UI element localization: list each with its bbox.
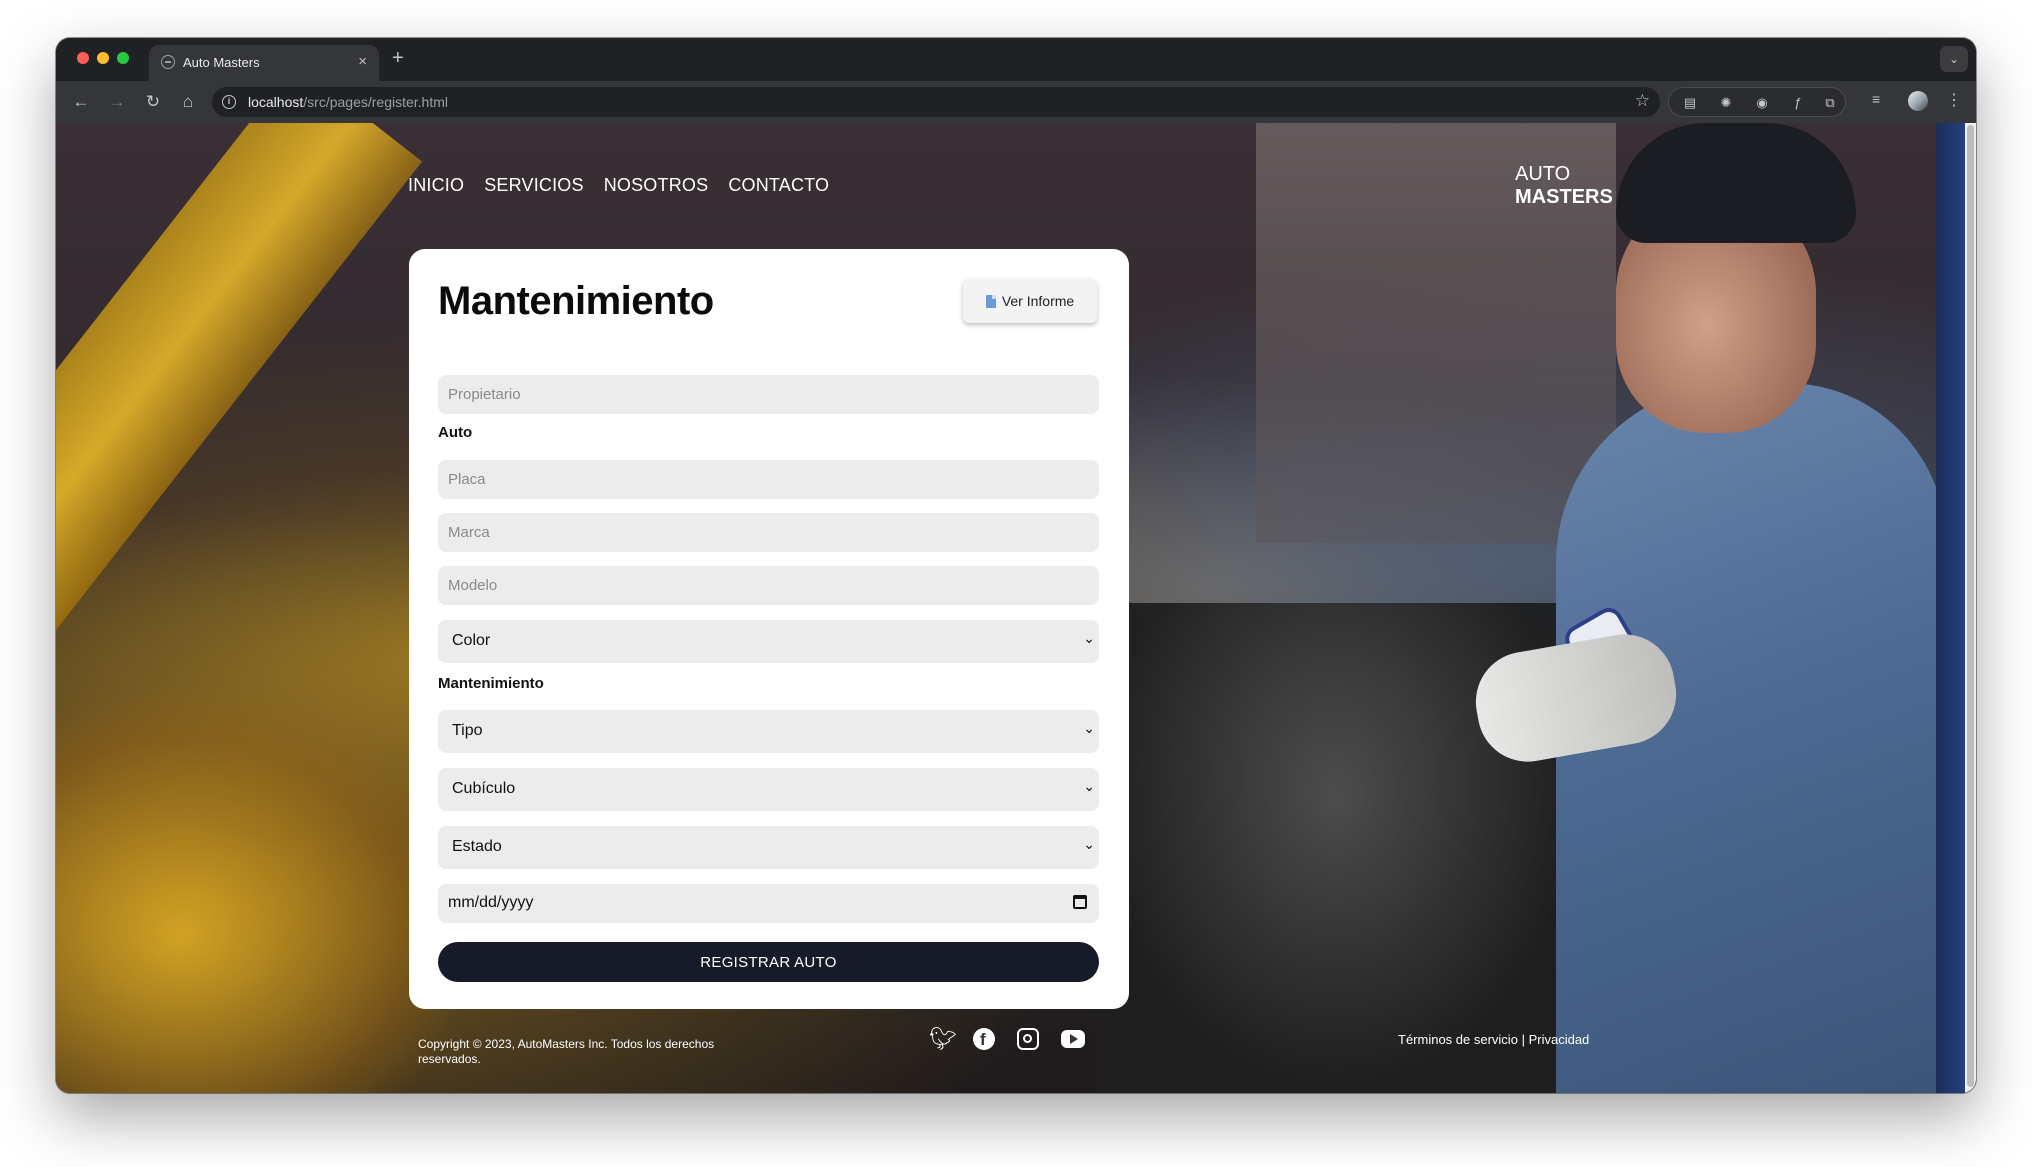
legal-links: Términos de servicio | Privacidad — [1398, 1032, 1589, 1047]
tab-title: Auto Masters — [183, 55, 260, 70]
tab-bar: Auto Masters × + ⌄ — [56, 38, 1976, 81]
make-field[interactable] — [438, 513, 1099, 552]
extension-shield-icon[interactable]: ◉ — [1753, 94, 1771, 112]
brand-line-2: MASTERS — [1515, 186, 1613, 208]
chevron-down-icon: ⌄ — [1083, 630, 1095, 646]
color-select-value: Color — [452, 632, 491, 649]
address-bar[interactable]: i localhost/src/pages/register.html ☆ — [212, 87, 1660, 117]
form-title: Mantenimiento — [438, 279, 714, 323]
home-icon[interactable]: ⌂ — [176, 90, 200, 114]
tab-search-button[interactable]: ⌄ — [1940, 46, 1968, 72]
status-select-value: Estado — [452, 838, 502, 855]
color-select[interactable]: Color ⌄ — [438, 620, 1099, 663]
document-icon — [985, 294, 996, 308]
new-tab-button[interactable]: + — [392, 47, 404, 70]
extension-window-icon[interactable]: ▤ — [1681, 94, 1699, 112]
reload-icon[interactable]: ↻ — [141, 90, 165, 114]
maximize-window-button[interactable] — [117, 52, 129, 64]
maintenance-form-card: Mantenimiento Ver Informe Auto Color ⌄ — [409, 249, 1129, 1009]
chevron-down-icon: ⌄ — [1083, 778, 1095, 794]
background-photo-pillar — [1936, 123, 1966, 1093]
instagram-icon[interactable] — [1017, 1028, 1039, 1050]
date-placeholder: mm/dd/yyyy — [448, 894, 534, 911]
browser-toolbar: ← → ↻ ⌂ i localhost/src/pages/register.h… — [56, 81, 1976, 123]
minimize-window-button[interactable] — [97, 52, 109, 64]
cubicle-select-value: Cubículo — [452, 780, 516, 797]
nav-nosotros[interactable]: NOSOTROS — [604, 175, 709, 196]
page-content: INICIO SERVICIOS NOSOTROS CONTACTO AUTO … — [56, 123, 1976, 1093]
page-scrollbar[interactable] — [1965, 123, 1976, 1093]
reading-list-icon[interactable]: ≡ — [1872, 91, 1880, 107]
view-report-button[interactable]: Ver Informe — [963, 279, 1097, 323]
back-arrow-icon[interactable]: ← — [69, 90, 93, 114]
tab-close-icon[interactable]: × — [358, 53, 367, 70]
legal-separator: | — [1521, 1032, 1525, 1047]
site-info-icon[interactable]: i — [222, 95, 236, 109]
status-select[interactable]: Estado ⌄ — [438, 826, 1099, 869]
plate-input[interactable] — [438, 460, 1099, 499]
globe-icon — [161, 55, 175, 69]
model-field[interactable] — [438, 566, 1099, 605]
owner-field[interactable] — [438, 375, 1099, 414]
youtube-icon[interactable] — [1061, 1030, 1085, 1048]
extension-gear-icon[interactable]: ✺ — [1717, 94, 1735, 112]
social-links: 🐦︎ — [929, 1028, 1085, 1050]
url-host: localhost — [248, 94, 304, 110]
privacy-link[interactable]: Privacidad — [1529, 1032, 1590, 1047]
browser-menu-icon[interactable]: ⋮ — [1946, 89, 1962, 113]
brand-logo[interactable]: AUTO MASTERS — [1515, 163, 1613, 209]
browser-window: Auto Masters × + ⌄ ← → ↻ ⌂ i localhost/s… — [56, 38, 1976, 1093]
site-nav: INICIO SERVICIOS NOSOTROS CONTACTO — [408, 175, 829, 196]
nav-inicio[interactable]: INICIO — [408, 175, 464, 196]
type-select[interactable]: Tipo ⌄ — [438, 710, 1099, 753]
forward-arrow-icon[interactable]: → — [105, 90, 129, 114]
brand-line-1: AUTO — [1515, 163, 1571, 185]
type-select-value: Tipo — [452, 722, 483, 739]
nav-contacto[interactable]: CONTACTO — [728, 175, 829, 196]
maintenance-section-label: Mantenimiento — [438, 675, 544, 692]
make-input[interactable] — [438, 513, 1099, 552]
close-window-button[interactable] — [77, 52, 89, 64]
plate-field[interactable] — [438, 460, 1099, 499]
background-photo-mechanic-cap — [1616, 123, 1856, 243]
copyright-text: Copyright © 2023, AutoMasters Inc. Todos… — [418, 1037, 715, 1066]
owner-input[interactable] — [438, 375, 1099, 414]
terms-link[interactable]: Términos de servicio — [1398, 1032, 1518, 1047]
car-section-label: Auto — [438, 424, 473, 441]
nav-servicios[interactable]: SERVICIOS — [484, 175, 584, 196]
view-report-label: Ver Informe — [1001, 293, 1075, 309]
model-input[interactable] — [438, 566, 1099, 605]
twitter-icon[interactable]: 🐦︎ — [929, 1028, 957, 1050]
extensions-puzzle-icon[interactable]: ⧉ — [1821, 94, 1839, 112]
bookmark-star-icon[interactable]: ☆ — [1635, 91, 1650, 111]
chevron-down-icon: ⌄ — [1083, 836, 1095, 852]
facebook-icon[interactable] — [973, 1028, 995, 1050]
register-car-button[interactable]: REGISTRAR AUTO — [438, 942, 1099, 982]
extension-function-icon[interactable]: ƒ — [1789, 94, 1807, 112]
date-field[interactable]: mm/dd/yyyy — [438, 884, 1099, 923]
extensions-group: ▤ ✺ ◉ ƒ ⧉ — [1668, 87, 1846, 117]
url-text[interactable]: localhost/src/pages/register.html — [248, 94, 448, 110]
url-path: /src/pages/register.html — [303, 94, 448, 110]
cubicle-select[interactable]: Cubículo ⌄ — [438, 768, 1099, 811]
scrollbar-thumb[interactable] — [1967, 125, 1974, 1087]
browser-tab[interactable]: Auto Masters × — [149, 45, 379, 81]
chevron-down-icon: ⌄ — [1083, 720, 1095, 736]
calendar-icon[interactable] — [1073, 895, 1087, 909]
profile-avatar[interactable] — [1908, 91, 1928, 111]
